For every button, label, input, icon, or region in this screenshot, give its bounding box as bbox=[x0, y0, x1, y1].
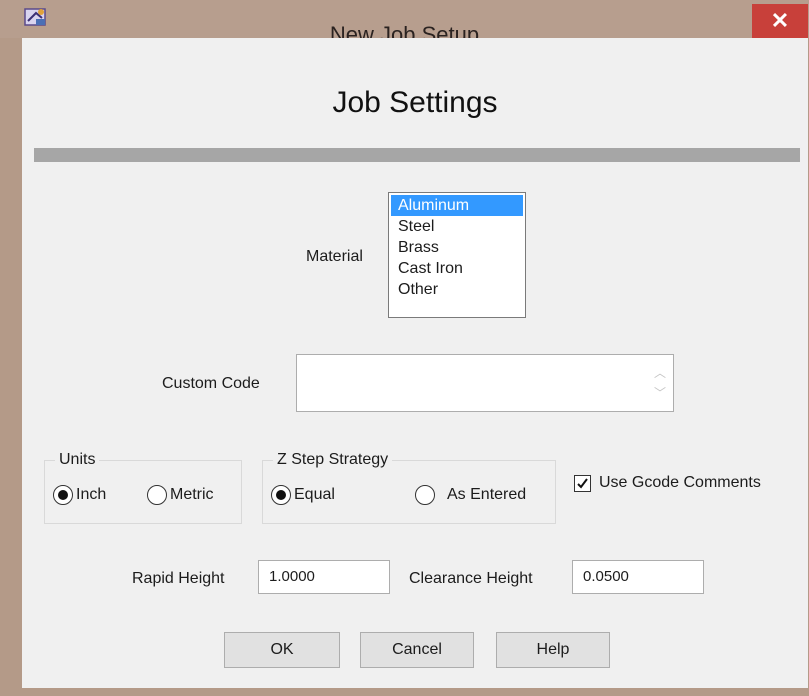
units-metric-radio[interactable]: Metric bbox=[147, 485, 214, 505]
rapid-height-label: Rapid Height bbox=[132, 570, 225, 587]
units-metric-label: Metric bbox=[170, 486, 214, 503]
clearance-height-input[interactable]: 0.0500 bbox=[572, 560, 704, 594]
z-step-strategy-group: Z Step Strategy Equal As Entered bbox=[262, 451, 556, 524]
rapid-height-input[interactable]: 1.0000 bbox=[258, 560, 390, 594]
material-listbox[interactable]: Aluminum Steel Brass Cast Iron Other bbox=[388, 192, 526, 318]
radio-checked-icon bbox=[53, 485, 73, 505]
radio-unchecked-icon bbox=[415, 485, 435, 505]
material-option-aluminum[interactable]: Aluminum bbox=[391, 195, 523, 216]
cancel-button[interactable]: Cancel bbox=[360, 632, 474, 668]
use-gcode-comments-checkbox[interactable]: Use Gcode Comments bbox=[574, 474, 761, 492]
material-label: Material bbox=[306, 248, 363, 265]
material-option-steel[interactable]: Steel bbox=[391, 216, 523, 237]
custom-code-input[interactable]: ︿ ﹀ bbox=[296, 354, 674, 412]
material-option-other[interactable]: Other bbox=[391, 279, 523, 300]
scroll-down-icon[interactable]: ﹀ bbox=[654, 383, 666, 403]
z-step-as-entered-label: As Entered bbox=[447, 486, 527, 503]
z-step-group-title: Z Step Strategy bbox=[273, 451, 393, 469]
custom-code-scrollbar[interactable]: ︿ ﹀ bbox=[647, 355, 673, 411]
z-step-as-entered-radio[interactable]: As Entered bbox=[415, 485, 526, 505]
radio-checked-icon bbox=[271, 485, 291, 505]
header-separator bbox=[34, 148, 800, 162]
material-option-cast-iron[interactable]: Cast Iron bbox=[391, 258, 523, 279]
page-title: Job Settings bbox=[332, 86, 498, 119]
scroll-up-icon[interactable]: ︿ bbox=[654, 363, 666, 383]
dialog-client-area: Job Settings Material Aluminum Steel Bra… bbox=[22, 38, 808, 688]
units-group-title: Units bbox=[55, 451, 100, 469]
help-button[interactable]: Help bbox=[496, 632, 610, 668]
z-step-equal-radio[interactable]: Equal bbox=[271, 485, 335, 505]
radio-unchecked-icon bbox=[147, 485, 167, 505]
z-step-equal-label: Equal bbox=[294, 486, 335, 503]
close-button[interactable]: ✕ bbox=[752, 4, 808, 38]
custom-code-label: Custom Code bbox=[162, 375, 260, 392]
ok-button[interactable]: OK bbox=[224, 632, 340, 668]
dialog-window: New Job Setup ✕ Job Settings Material Al… bbox=[0, 0, 809, 696]
title-bar[interactable]: New Job Setup ✕ bbox=[0, 0, 809, 47]
units-inch-label: Inch bbox=[76, 486, 107, 503]
clearance-height-label: Clearance Height bbox=[409, 570, 533, 587]
checkmark-icon bbox=[574, 474, 591, 492]
use-gcode-comments-label: Use Gcode Comments bbox=[599, 474, 761, 491]
units-inch-radio[interactable]: Inch bbox=[53, 485, 106, 505]
units-group: Units Inch Metric bbox=[44, 451, 242, 524]
close-icon: ✕ bbox=[770, 8, 790, 33]
material-option-brass[interactable]: Brass bbox=[391, 237, 523, 258]
